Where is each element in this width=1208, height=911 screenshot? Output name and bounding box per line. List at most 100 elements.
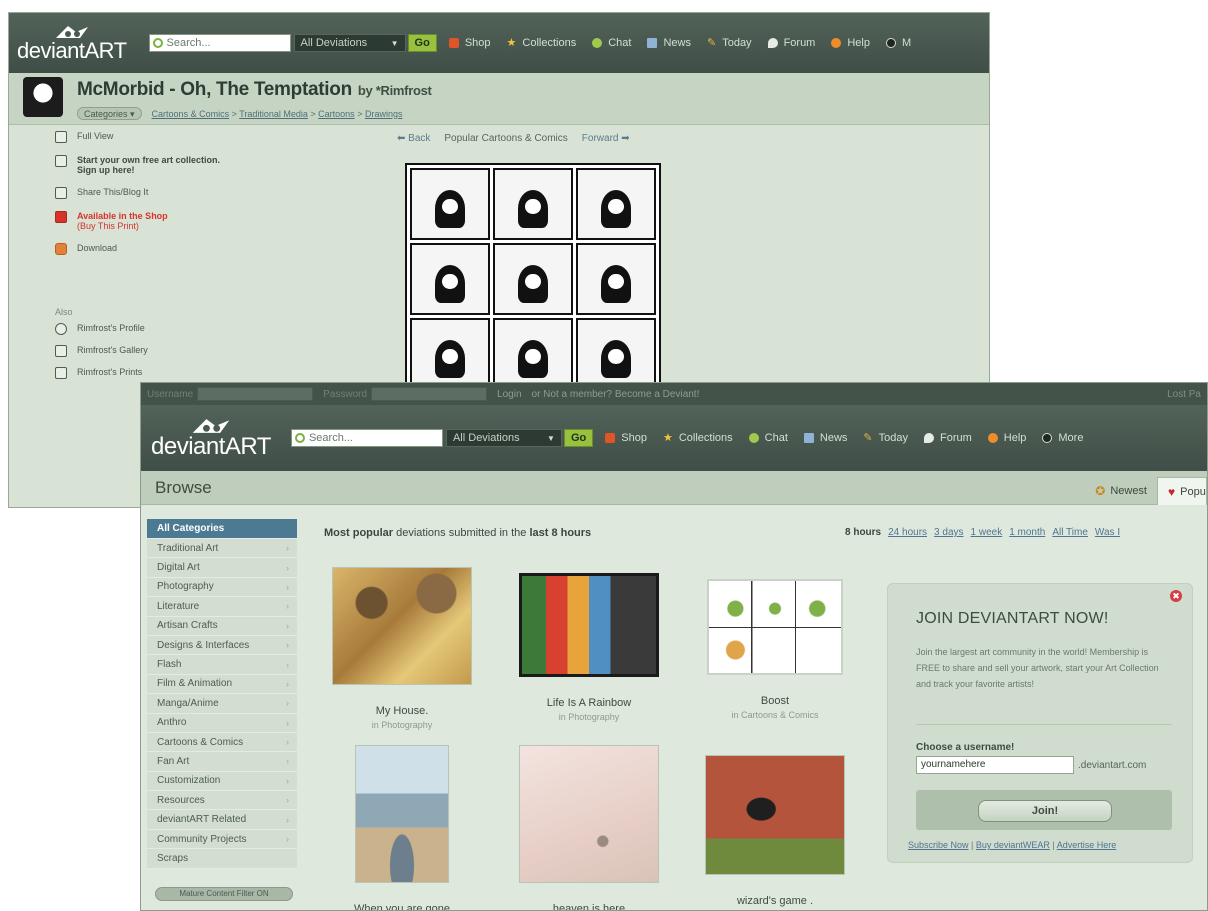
tab-newest[interactable]: ✪ Newest [1085,477,1157,505]
lost-password-link[interactable]: Lost Pa [1167,389,1201,400]
category-item[interactable]: deviantART Related › [147,810,297,830]
category-item[interactable]: Community Projects › [147,830,297,850]
username-field[interactable] [197,387,314,401]
nav-item-shop[interactable]: Shop [605,432,647,444]
forward-link[interactable]: Forward ➡ [582,133,630,144]
tab-popular[interactable]: ♥ Popular [1157,477,1207,505]
become-deviant-link[interactable]: or Not a member? Become a Deviant! [532,389,700,400]
period-link[interactable]: 1 month [1009,527,1045,538]
thumbnail-title[interactable]: heaven is here [503,903,675,910]
thumbnail-card[interactable]: Life Is A Rainbow in Photography [503,567,675,722]
category-item[interactable]: Anthro › [147,714,297,733]
artist-avatar[interactable] [23,77,63,117]
subscribe-link[interactable]: Subscribe Now [908,840,969,850]
breadcrumb-link[interactable]: Traditional Media [239,109,308,119]
nav-item-today[interactable]: ✎ Today [707,37,752,49]
download-link[interactable]: Download [55,243,235,255]
mature-filter-toggle[interactable]: Mature Content Filter ON [155,887,293,901]
nav-item-forum[interactable]: Forum [923,432,972,444]
deviantart-logo[interactable]: deviantART [17,25,127,62]
nav-item-chat[interactable]: Chat [748,432,788,444]
period-link[interactable]: 24 hours [888,527,927,538]
category-item[interactable]: Cartoons & Comics › [147,733,297,753]
thumbnail-title[interactable]: When you are gone [316,903,488,910]
join-button[interactable]: Join! [978,800,1112,822]
deviation-image[interactable] [405,163,661,395]
scope-select[interactable]: All Deviations ▼ [445,429,562,447]
thumbnail-category[interactable]: in Cartoons & Comics [689,710,861,720]
period-link[interactable]: Was I [1095,527,1120,538]
shop-link[interactable]: Available in the Shop (Buy This Print) [55,211,235,231]
thumbnail-card[interactable]: heaven is here [503,745,675,910]
category-item[interactable]: Designs & Interfaces › [147,636,297,656]
deviantwear-link[interactable]: Buy deviantWEAR [976,840,1050,850]
category-item[interactable]: Resources › [147,791,297,811]
nav-item-chat[interactable]: Chat [592,37,631,49]
category-item[interactable]: Scraps [147,849,297,869]
categories-button[interactable]: Categories ▾ [77,107,142,120]
thumbnail-title[interactable]: wizard's game . [689,895,861,907]
thumbnail-title[interactable]: Boost [689,695,861,707]
thumbnail-card[interactable]: When you are gone [316,745,488,910]
category-item[interactable]: All Categories [147,519,297,539]
thumbnail-image[interactable] [705,755,845,875]
nav-item-m[interactable]: M [885,37,911,49]
thumbnail-image[interactable] [519,745,659,883]
period-link[interactable]: All Time [1052,527,1088,538]
thumbnail-category[interactable]: in Photography [316,720,488,730]
nav-item-today[interactable]: ✎ Today [863,432,908,444]
category-item[interactable]: Artisan Crafts › [147,617,297,636]
category-item[interactable]: Flash › [147,655,297,675]
breadcrumb-link[interactable]: Drawings [365,109,403,119]
period-link[interactable]: 1 week [971,527,1003,538]
profile-link[interactable]: Rimfrost's Profile [55,323,148,335]
category-item[interactable]: Traditional Art › [147,539,297,559]
thumbnail-title[interactable]: Life Is A Rainbow [503,697,675,709]
start-collection-link[interactable]: Start your own free art collection. Sign… [55,155,235,175]
artist-link[interactable]: by *Rimfrost [358,83,432,98]
gallery-context-link[interactable]: Popular Cartoons & Comics [444,133,567,144]
period-link[interactable]: 3 days [934,527,963,538]
breadcrumb-link[interactable]: Cartoons [318,109,355,119]
search-input[interactable]: Search... [290,429,443,447]
deviantart-logo[interactable]: deviantART [151,418,271,459]
thumbnail-card[interactable]: My House. in Photography [316,567,488,730]
go-button[interactable]: Go [563,429,594,447]
nav-item-news[interactable]: News [803,432,847,444]
thumbnail-category[interactable]: in Photography [503,712,675,722]
password-field[interactable] [371,387,488,401]
close-icon[interactable]: ✖ [1170,590,1182,602]
scope-select[interactable]: All Deviations ▼ [293,34,406,52]
thumbnail-title[interactable]: My House. [316,705,488,717]
nav-item-help[interactable]: Help [987,432,1026,444]
username-input[interactable]: yournamehere [916,756,1074,774]
nav-item-shop[interactable]: Shop [448,37,491,49]
nav-item-more[interactable]: More [1042,432,1083,444]
share-link[interactable]: Share This/Blog It [55,187,235,199]
category-item[interactable]: Fan Art › [147,752,297,772]
thumbnail-image[interactable] [332,567,472,685]
breadcrumb-link[interactable]: Cartoons & Comics [152,109,230,119]
login-button[interactable]: Login [497,389,521,400]
search-input[interactable]: Search... [148,34,291,52]
thumbnail-image[interactable] [355,745,449,883]
nav-item-news[interactable]: News [647,37,691,49]
thumbnail-card[interactable]: wizard's game . [689,745,861,907]
gallery-link[interactable]: Rimfrost's Gallery [55,345,148,357]
category-item[interactable]: Customization › [147,772,297,792]
nav-item-help[interactable]: Help [831,37,870,49]
back-link[interactable]: ⬅ Back [397,133,430,144]
thumbnail-image[interactable] [519,573,659,677]
category-item[interactable]: Photography › [147,578,297,598]
category-item[interactable]: Film & Animation › [147,675,297,695]
category-item[interactable]: Literature › [147,597,297,617]
nav-item-collections[interactable]: ★ Collections [507,37,577,49]
advertise-link[interactable]: Advertise Here [1057,840,1117,850]
nav-item-collections[interactable]: ★ Collections [663,432,733,444]
category-item[interactable]: Digital Art › [147,558,297,578]
thumbnail-image[interactable] [707,579,843,675]
category-item[interactable]: Manga/Anime › [147,694,297,714]
go-button[interactable]: Go [407,34,437,52]
nav-item-forum[interactable]: Forum [767,37,815,49]
prints-link[interactable]: Rimfrost's Prints [55,367,148,379]
